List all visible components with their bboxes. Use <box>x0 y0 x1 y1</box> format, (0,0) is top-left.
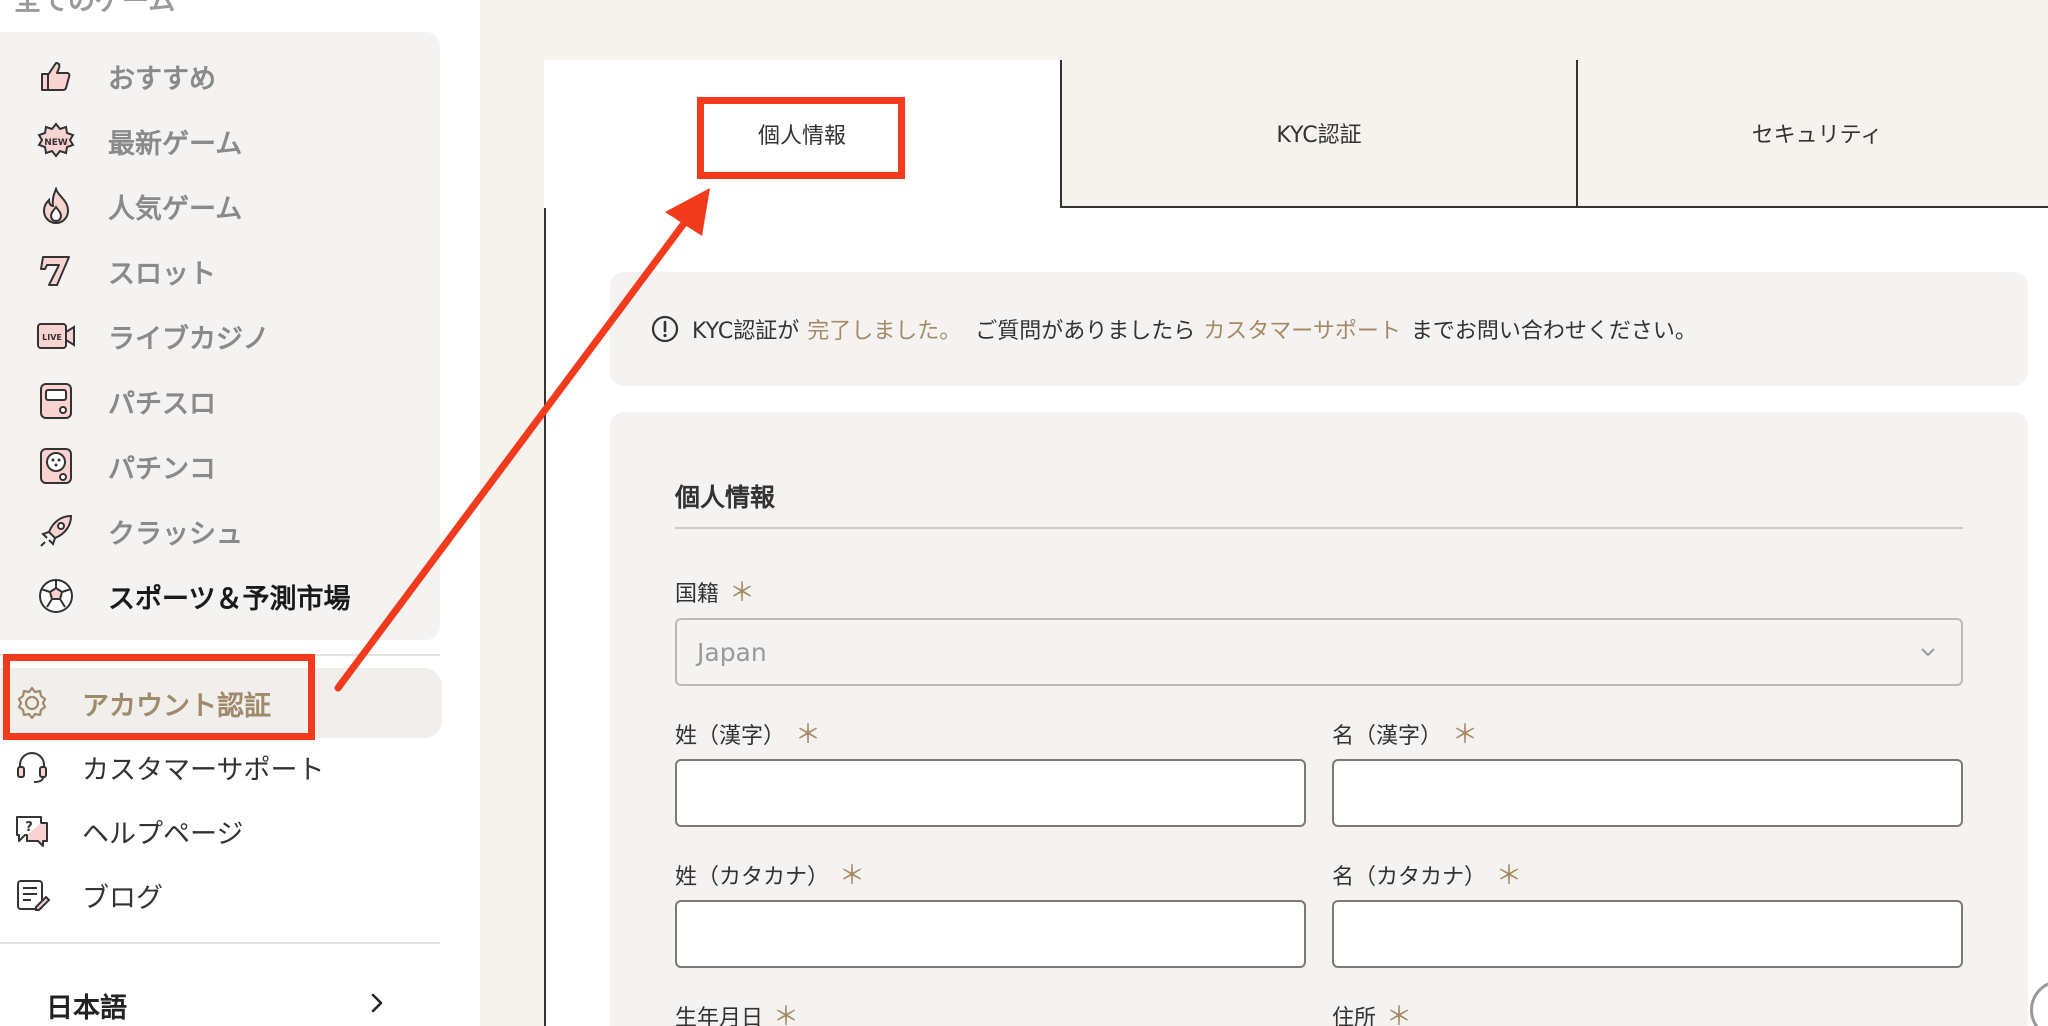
sidebar-item-label: ヘルプページ <box>82 818 244 850</box>
highlight-account-verification <box>3 654 315 740</box>
nationality-label: 国籍 ＊ <box>675 572 755 609</box>
sidebar-item-popular-games[interactable]: 人気ゲーム <box>34 181 242 231</box>
notice-text: KYC認証が <box>692 319 800 344</box>
sidebar: 全てのゲーム ⌄ おすすめ NEW 最新ゲーム 人気ゲーム スロット LIVE … <box>0 0 480 1026</box>
sidebar-item-pachislot[interactable]: パチスロ <box>34 376 216 426</box>
sidebar-item-label: スポーツ＆予測市場 <box>108 583 351 615</box>
svg-text:?: ? <box>25 820 33 835</box>
lucky-seven-icon <box>34 249 78 293</box>
last-name-kana-label: 姓（カタカナ） ＊ <box>675 855 865 892</box>
sidebar-item-label: 人気ゲーム <box>108 193 243 225</box>
rocket-icon <box>34 509 78 553</box>
required-mark: ＊ <box>773 1002 800 1026</box>
language-label: 日本語 <box>46 992 127 1024</box>
field-label: 姓（カタカナ） <box>675 865 830 890</box>
sidebar-item-slots[interactable]: スロット <box>34 246 216 296</box>
chevron-down-icon: ⌄ <box>435 0 450 5</box>
headset-icon <box>10 745 54 789</box>
all-games-dropdown[interactable]: 全てのゲーム ⌄ <box>0 0 460 18</box>
divider <box>675 527 1963 529</box>
live-camera-icon: LIVE <box>34 314 78 358</box>
sidebar-item-blog[interactable]: ブログ <box>10 870 163 920</box>
kyc-status-notice: KYC認証が 完了しました。 ご質問がありましたら カスタマーサポート までお問… <box>610 272 2028 386</box>
sidebar-item-live-casino[interactable]: LIVE ライブカジノ <box>34 311 269 361</box>
field-label: 名（カタカナ） <box>1332 865 1487 890</box>
field-label: 姓（漢字） <box>675 724 786 749</box>
svg-text:LIVE: LIVE <box>42 333 62 342</box>
sidebar-item-label: 最新ゲーム <box>108 128 243 160</box>
required-mark: ＊ <box>839 861 866 891</box>
sidebar-item-new-games[interactable]: NEW 最新ゲーム <box>34 116 242 166</box>
sidebar-item-sports[interactable]: スポーツ＆予測市場 <box>34 571 350 621</box>
sidebar-item-customer-support[interactable]: カスタマーサポート <box>10 742 324 792</box>
address-label: 住所 ＊ <box>1332 996 1412 1026</box>
flame-icon <box>34 184 78 228</box>
blog-document-icon <box>10 873 54 917</box>
help-chat-icon: ? <box>10 809 54 853</box>
sidebar-item-recommended[interactable]: おすすめ <box>34 51 216 101</box>
first-name-kana-label: 名（カタカナ） ＊ <box>1332 855 1522 892</box>
thumbs-up-icon <box>34 54 78 98</box>
tab-kyc[interactable]: KYC認証 <box>1060 60 1576 208</box>
notice-text: ご質問がありましたら <box>975 319 1196 344</box>
sidebar-item-label: パチスロ <box>108 388 216 420</box>
sidebar-item-pachinko[interactable]: パチンコ <box>34 441 216 491</box>
chevron-right-icon <box>368 990 386 1021</box>
field-label: 名（漢字） <box>1332 724 1443 749</box>
svg-text:NEW: NEW <box>44 138 68 148</box>
tab-label: KYC認証 <box>1276 123 1362 148</box>
chevron-down-icon <box>1917 640 1939 662</box>
pachinko-icon <box>34 444 78 488</box>
tab-security[interactable]: セキュリティ <box>1576 60 2048 208</box>
info-icon <box>650 314 680 344</box>
required-mark: ＊ <box>795 720 822 750</box>
first-name-kana-input[interactable] <box>1332 900 1963 968</box>
first-name-kanji-label: 名（漢字） ＊ <box>1332 714 1478 751</box>
notice-text: までお問い合わせください。 <box>1410 319 1697 344</box>
pachislot-icon <box>34 379 78 423</box>
nationality-value: Japan <box>697 637 767 667</box>
last-name-kanji-label: 姓（漢字） ＊ <box>675 714 821 751</box>
sidebar-item-crash[interactable]: クラッシュ <box>34 506 243 556</box>
required-mark: ＊ <box>729 578 756 608</box>
customer-support-link[interactable]: カスタマーサポート <box>1203 313 1401 345</box>
field-label: 国籍 <box>675 582 720 607</box>
divider <box>0 942 440 944</box>
highlight-personal-info-tab <box>697 97 905 179</box>
sidebar-item-label: ブログ <box>82 882 163 914</box>
required-mark: ＊ <box>1496 861 1523 891</box>
sidebar-item-help[interactable]: ? ヘルプページ <box>10 806 243 856</box>
sidebar-item-label: スロット <box>108 258 216 290</box>
birthdate-label: 生年月日 ＊ <box>675 996 799 1026</box>
nationality-select[interactable]: Japan <box>675 618 1963 686</box>
sidebar-item-label: ライブカジノ <box>108 323 270 355</box>
required-mark: ＊ <box>1386 1002 1413 1026</box>
all-games-label: 全てのゲーム <box>14 0 176 17</box>
sidebar-item-label: おすすめ <box>108 63 216 95</box>
sidebar-item-label: パチンコ <box>108 453 216 485</box>
new-badge-icon: NEW <box>34 119 78 163</box>
last-name-kanji-input[interactable] <box>675 759 1306 827</box>
notice-status: 完了しました。 <box>807 319 962 344</box>
tab-label: セキュリティ <box>1751 123 1883 148</box>
sidebar-item-label: クラッシュ <box>108 518 243 550</box>
language-selector[interactable]: 日本語 <box>46 980 386 1026</box>
required-mark: ＊ <box>1452 720 1479 750</box>
last-name-kana-input[interactable] <box>675 900 1306 968</box>
form-title: 個人情報 <box>675 483 776 512</box>
sidebar-item-label: カスタマーサポート <box>82 754 325 786</box>
first-name-kanji-input[interactable] <box>1332 759 1963 827</box>
field-label: 生年月日 <box>675 1006 764 1026</box>
field-label: 住所 <box>1332 1006 1377 1026</box>
soccer-ball-icon <box>34 574 78 618</box>
